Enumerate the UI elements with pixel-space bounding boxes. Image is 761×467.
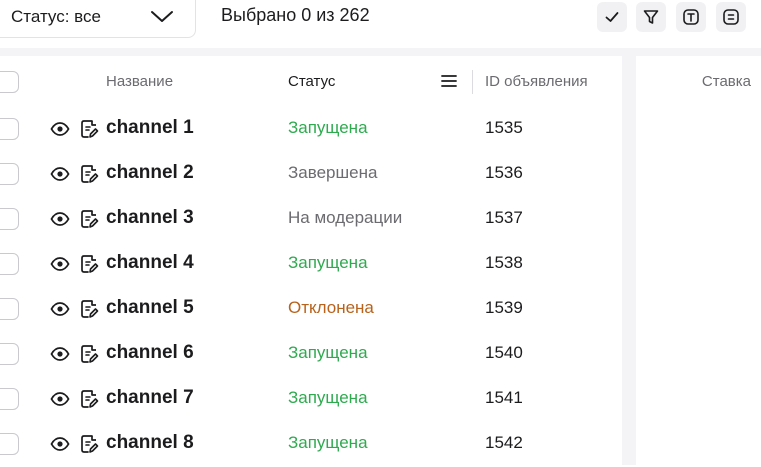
toolbar: Статус: все Выбрано 0 из 262 <box>0 0 761 48</box>
row-checkbox[interactable] <box>0 118 19 140</box>
status-badge: Запущена <box>288 118 368 137</box>
column-header-name[interactable]: Название <box>106 73 173 90</box>
row-id: 1540 <box>485 343 523 362</box>
row-name[interactable]: channel 4 <box>106 252 194 274</box>
row-checkbox[interactable] <box>0 208 19 230</box>
eye-icon[interactable] <box>50 299 70 319</box>
selection-count: Выбрано 0 из 262 <box>221 5 370 25</box>
row-id: 1536 <box>485 163 523 182</box>
table-row[interactable]: channel 1 Запущена 1535 <box>0 107 622 152</box>
filter-button[interactable] <box>636 2 666 32</box>
eye-icon[interactable] <box>50 389 70 409</box>
text-box-icon <box>683 9 699 25</box>
column-header-status[interactable]: Статус <box>288 73 335 90</box>
chevron-down-icon <box>151 11 173 22</box>
table-row[interactable]: channel 7 Запущена 1541 <box>0 377 622 422</box>
edit-note-icon[interactable] <box>79 208 99 230</box>
status-badge: На модерации <box>288 208 403 227</box>
eye-icon[interactable] <box>50 164 70 184</box>
row-id: 1537 <box>485 208 523 227</box>
edit-note-icon[interactable] <box>79 388 99 410</box>
status-filter-dropdown[interactable]: Статус: все <box>0 0 196 38</box>
row-name[interactable]: channel 6 <box>106 342 194 364</box>
column-menu-icon[interactable] <box>440 72 458 90</box>
edit-note-icon[interactable] <box>79 253 99 275</box>
row-checkbox[interactable] <box>0 163 19 185</box>
status-badge: Отклонена <box>288 298 374 317</box>
row-checkbox[interactable] <box>0 343 19 365</box>
row-id: 1535 <box>485 118 523 137</box>
row-id: 1538 <box>485 253 523 272</box>
row-id: 1541 <box>485 388 523 407</box>
edit-note-icon[interactable] <box>79 163 99 185</box>
table-row[interactable]: channel 8 Запущена 1542 <box>0 422 622 467</box>
row-checkbox[interactable] <box>0 298 19 320</box>
row-name[interactable]: channel 8 <box>106 432 194 454</box>
column-header-id[interactable]: ID объявления <box>485 73 588 90</box>
edit-note-icon[interactable] <box>79 118 99 140</box>
row-name[interactable]: channel 7 <box>106 387 194 409</box>
eye-icon[interactable] <box>50 254 70 274</box>
right-panel: Ставка <box>622 56 761 465</box>
status-badge: Запущена <box>288 388 368 407</box>
select-all-button[interactable] <box>597 2 627 32</box>
row-checkbox[interactable] <box>0 388 19 410</box>
table-row[interactable]: channel 2 Завершена 1536 <box>0 152 622 197</box>
list-box-icon <box>723 9 739 25</box>
row-checkbox[interactable] <box>0 253 19 275</box>
table-row[interactable]: channel 3 На модерации 1537 <box>0 197 622 242</box>
status-badge: Запущена <box>288 253 368 272</box>
row-name[interactable]: channel 1 <box>106 117 194 139</box>
status-badge: Запущена <box>288 343 368 362</box>
funnel-icon <box>643 10 659 24</box>
row-checkbox[interactable] <box>0 433 19 455</box>
panel-divider <box>0 48 761 56</box>
eye-icon[interactable] <box>50 434 70 454</box>
text-format-button[interactable] <box>676 2 706 32</box>
row-name[interactable]: channel 3 <box>106 207 194 229</box>
status-badge: Завершена <box>288 163 378 182</box>
check-icon <box>605 12 619 22</box>
eye-icon[interactable] <box>50 119 70 139</box>
columns-settings-button[interactable] <box>716 2 746 32</box>
row-id: 1539 <box>485 298 523 317</box>
select-all-checkbox[interactable] <box>0 71 19 93</box>
status-filter-label: Статус: все <box>11 7 101 26</box>
eye-icon[interactable] <box>50 344 70 364</box>
edit-note-icon[interactable] <box>79 298 99 320</box>
edit-note-icon[interactable] <box>79 433 99 455</box>
ads-table: Название Статус ID объявления channel 1 З… <box>0 56 622 465</box>
row-id: 1542 <box>485 433 523 452</box>
eye-icon[interactable] <box>50 209 70 229</box>
row-name[interactable]: channel 2 <box>106 162 194 184</box>
table-row[interactable]: channel 4 Запущена 1538 <box>0 242 622 287</box>
table-row[interactable]: channel 6 Запущена 1540 <box>0 332 622 377</box>
edit-note-icon[interactable] <box>79 343 99 365</box>
column-divider <box>472 70 473 94</box>
table-row[interactable]: channel 5 Отклонена 1539 <box>0 287 622 332</box>
row-name[interactable]: channel 5 <box>106 297 194 319</box>
column-header-bid[interactable]: Ставка <box>702 73 751 90</box>
status-badge: Запущена <box>288 433 368 452</box>
